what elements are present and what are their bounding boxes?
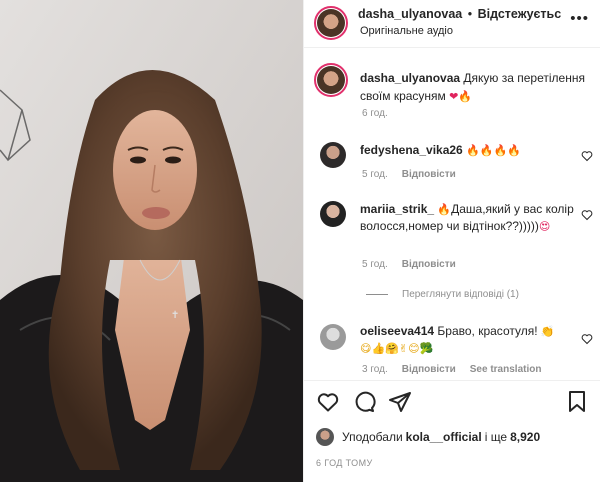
comment-emojis: 😍 bbox=[538, 220, 551, 233]
comment-emojis: 👏 bbox=[540, 325, 555, 338]
liker-username[interactable]: kola__official bbox=[406, 430, 482, 444]
caption-emojis: ❤🔥 bbox=[449, 90, 473, 103]
caption-avatar[interactable] bbox=[314, 63, 348, 97]
comments-list[interactable]: dasha_ulyanovaa Дякую за перетілення сво… bbox=[304, 49, 600, 380]
comment-avatar[interactable] bbox=[320, 142, 346, 168]
comment-emoji-line: 😋👍🤗✌😊🥦 bbox=[360, 342, 434, 355]
post-header: dasha_ulyanovaa • Відстежуєтьс Оригіналь… bbox=[304, 0, 600, 48]
likes-count[interactable]: 8,920 bbox=[510, 430, 540, 444]
post-timestamp: 6 ГОД ТОМУ bbox=[316, 458, 373, 468]
see-translation-button[interactable]: See translation bbox=[470, 364, 542, 375]
comment-like-heart-icon[interactable] bbox=[581, 150, 593, 162]
header-separator: • bbox=[467, 7, 473, 21]
view-replies-button[interactable]: Переглянути відповіді (1) bbox=[366, 289, 519, 300]
heart-icon[interactable] bbox=[316, 390, 340, 414]
following-button[interactable]: Відстежуєтьс bbox=[478, 7, 562, 21]
caption-text: dasha_ulyanovaa Дякую за перетілення сво… bbox=[360, 69, 590, 106]
comment-emojis: 🔥🔥🔥🔥 bbox=[466, 144, 521, 157]
comment-text: fedyshena_vika26 🔥🔥🔥🔥 bbox=[360, 142, 574, 159]
comment-like-heart-icon[interactable] bbox=[581, 209, 593, 221]
author-username[interactable]: dasha_ulyanovaa bbox=[358, 7, 462, 21]
comment-text: oeliseeva414 Браво, красотуля! 👏 😋👍🤗✌😊🥦 bbox=[360, 323, 574, 357]
replies-divider bbox=[366, 294, 388, 295]
comment-meta: 5 год. Відповісти bbox=[362, 169, 456, 180]
comment-icon[interactable] bbox=[352, 390, 376, 414]
reply-button[interactable]: Відповісти bbox=[402, 169, 456, 180]
more-options-icon[interactable]: ••• bbox=[570, 10, 589, 27]
comment-time: 3 год. bbox=[362, 364, 388, 375]
share-icon[interactable] bbox=[388, 390, 412, 414]
post-media[interactable]: ✝ bbox=[0, 0, 303, 482]
svg-text:✝: ✝ bbox=[171, 310, 179, 321]
comment-meta: 5 год. Відповісти bbox=[362, 259, 456, 270]
comment-emoji-prefix: 🔥 bbox=[437, 203, 452, 216]
liker-avatar bbox=[316, 428, 334, 446]
likes-middle: і ще bbox=[484, 430, 508, 444]
comment-body: Браво, красотуля! bbox=[437, 324, 538, 338]
portrait-image: ✝ bbox=[0, 0, 303, 482]
comment-username[interactable]: mariia_strik_ bbox=[360, 202, 434, 216]
reply-button[interactable]: Відповісти bbox=[402, 259, 456, 270]
post-panel: dasha_ulyanovaa • Відстежуєтьс Оригіналь… bbox=[303, 0, 600, 482]
comment-avatar[interactable] bbox=[320, 201, 346, 227]
view-replies-label: Переглянути відповіді (1) bbox=[402, 289, 519, 300]
reply-button[interactable]: Відповісти bbox=[402, 364, 456, 375]
comment-username[interactable]: fedyshena_vika26 bbox=[360, 143, 463, 157]
audio-label[interactable]: Оригінальне аудіо bbox=[360, 25, 453, 37]
comment-like-heart-icon[interactable] bbox=[581, 333, 593, 345]
bookmark-icon[interactable] bbox=[565, 390, 589, 414]
action-bar bbox=[304, 380, 600, 420]
comment-time: 5 год. bbox=[362, 169, 388, 180]
comment-meta: 3 год. Відповісти See translation bbox=[362, 364, 541, 375]
comment-time: 5 год. bbox=[362, 259, 388, 270]
caption-time: 6 год. bbox=[362, 108, 388, 119]
author-avatar[interactable] bbox=[314, 6, 348, 40]
comment-username[interactable]: oeliseeva414 bbox=[360, 324, 434, 338]
comment-text: mariia_strik_ 🔥Даша,який у вас колір вол… bbox=[360, 201, 574, 235]
comment-avatar[interactable] bbox=[320, 324, 346, 350]
caption-username[interactable]: dasha_ulyanovaa bbox=[360, 71, 460, 85]
likes-prefix: Уподобали bbox=[342, 430, 403, 444]
likes-summary[interactable]: Уподобали kola__official і ще 8,920 bbox=[316, 428, 543, 446]
